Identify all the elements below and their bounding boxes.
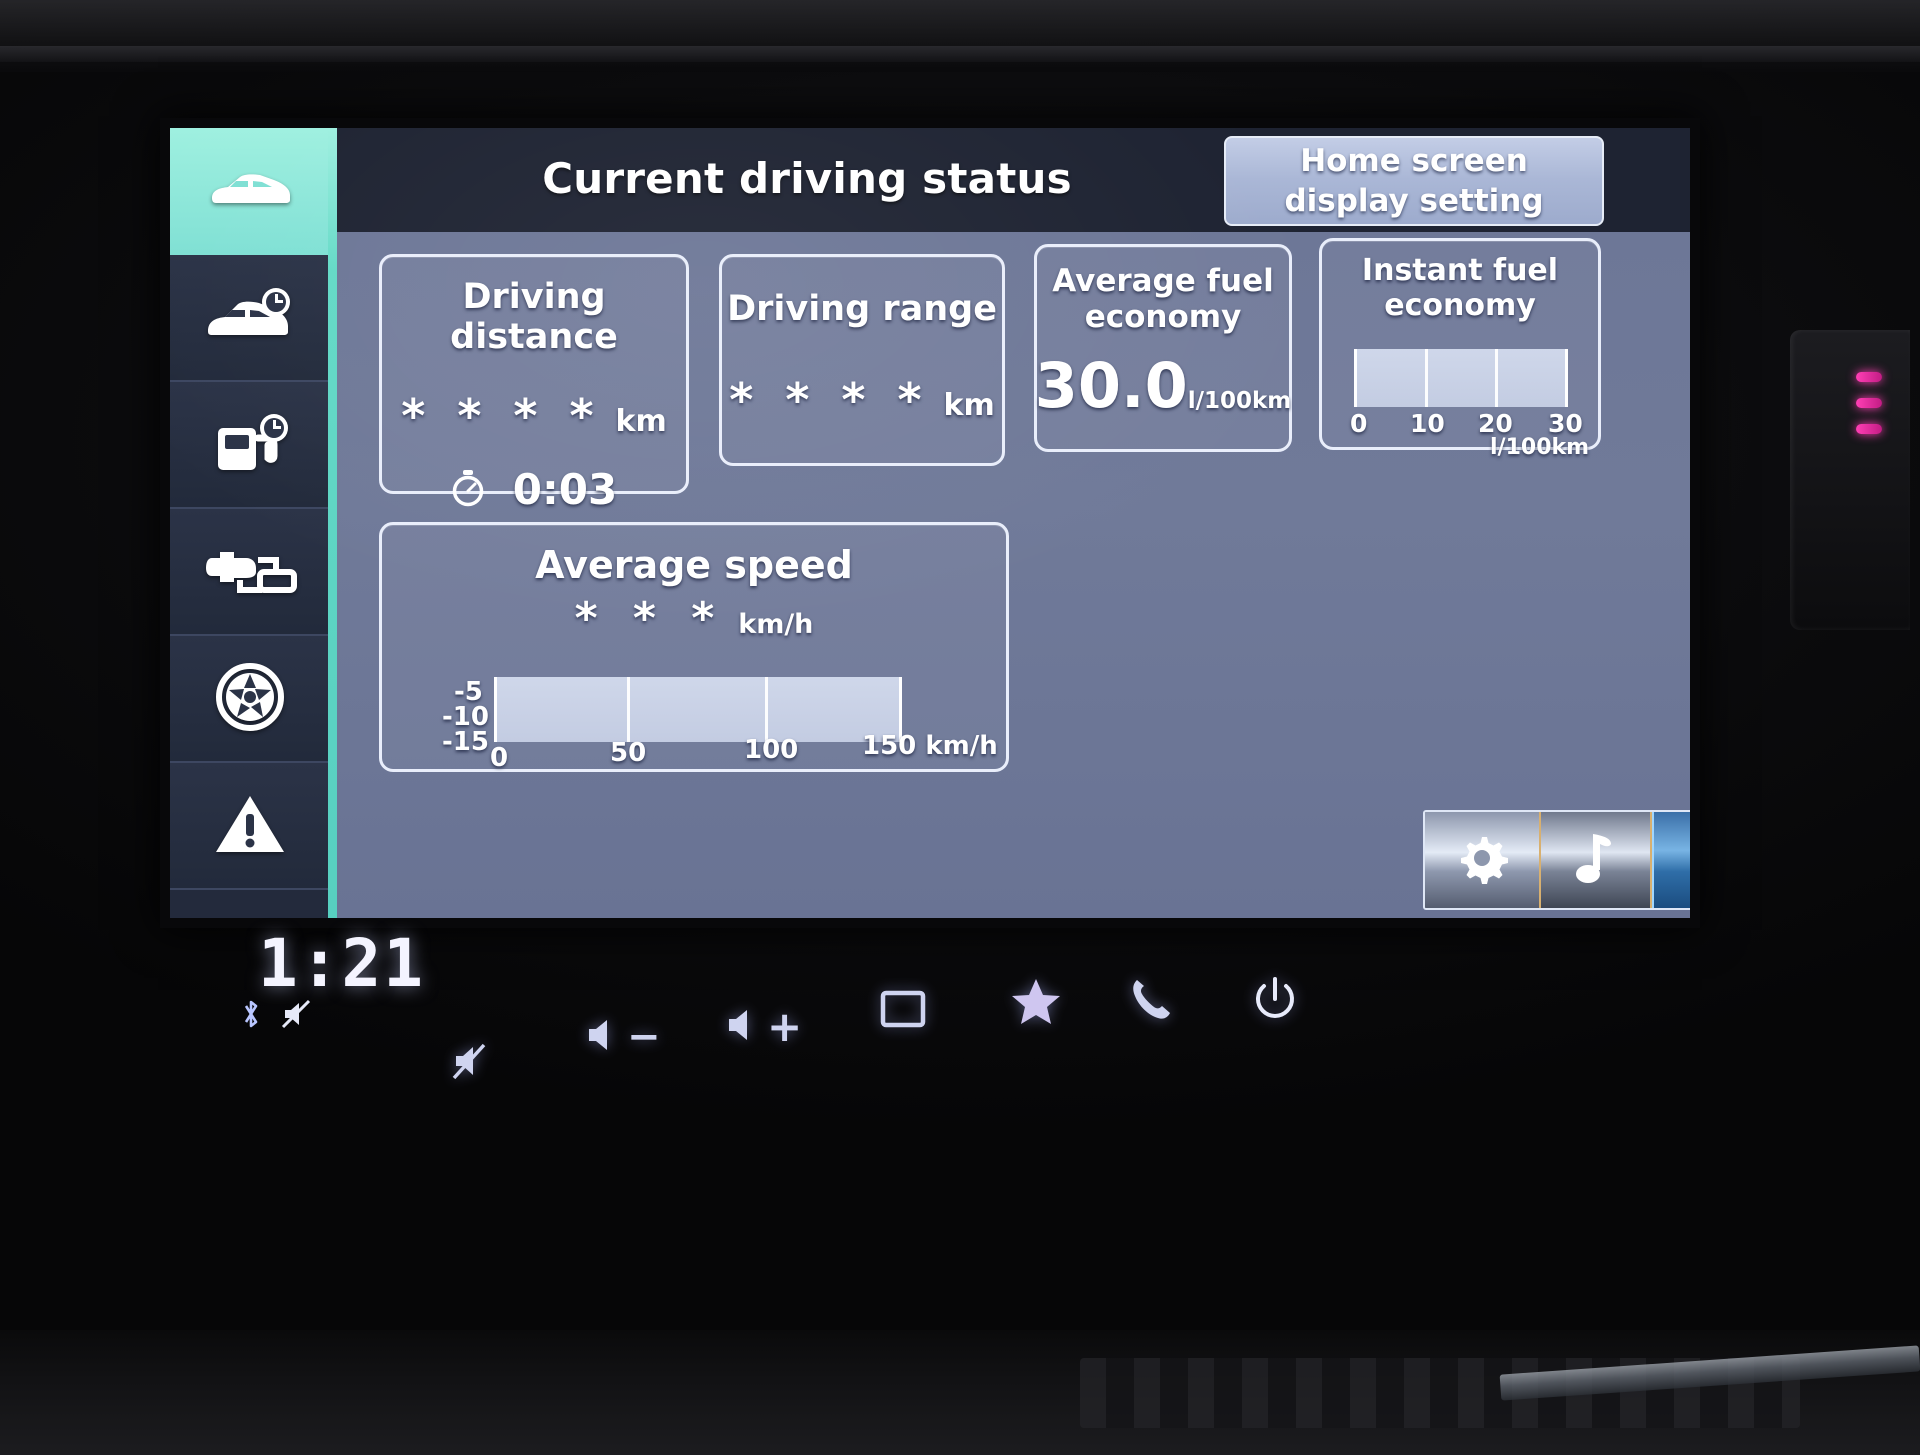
volume-down-label: − [627,1014,661,1060]
air-vent [1790,330,1910,630]
hw-display-button[interactable] [880,990,926,1032]
average-fuel-economy-title-line2: economy [1084,299,1242,335]
wheel-icon [215,662,285,736]
content-area: Current driving status Home screen displ… [337,128,1690,918]
instant-tick-10: 10 [1410,409,1445,438]
instant-tick-0: 0 [1350,409,1368,438]
instant-fuel-economy-title-line2: economy [1384,288,1536,323]
music-note-icon [1575,830,1615,890]
hw-mute-button[interactable] [450,1040,490,1086]
clock-display: 1:21 [258,925,425,1002]
volume-up-label: + [767,1002,803,1051]
sidebar-item-warnings[interactable] [170,763,330,890]
shortcut-bar [1423,810,1690,910]
average-speed-title: Average speed [535,543,853,587]
dashboard-top-trim-highlight [0,46,1920,62]
dashboard: Current driving status Home screen displ… [0,0,1920,1455]
header-bar: Current driving status Home screen displ… [337,128,1690,232]
indicator-led-bottom [1856,424,1882,434]
average-speed-card[interactable]: Average speed * * * km/h -5 -10 -15 0 50… [379,522,1009,773]
fuel-pump-clock-icon [204,412,296,478]
indicator-led-top [1856,372,1882,382]
speed-tick-50 [627,677,630,742]
speed-x-tick-100: 100 [744,735,799,765]
average-fuel-economy-title-line1: Average fuel [1052,263,1274,299]
instant-tick-30: 30 [1548,409,1583,438]
phone-handset-icon [1128,975,1172,1025]
sidebar [170,128,330,918]
page-title: Current driving status [542,154,1072,203]
star-icon [1010,977,1062,1031]
dashboard-lower-trim [0,1330,1920,1455]
speaker-icon [725,1005,761,1049]
infotainment-screen: Current driving status Home screen displ… [170,128,1690,918]
status-icons [240,998,312,1034]
sidebar-item-fuel-time[interactable] [170,382,330,509]
screen-square-icon [880,990,926,1032]
bluetooth-icon [240,998,262,1034]
indicator-led-middle [1856,398,1882,408]
driving-distance-timer: 0:03 [512,465,618,514]
speed-x-tick-0: 0 [490,743,509,773]
car-clock-icon [202,287,298,349]
driving-range-value: * * * * [729,373,930,427]
home-button-line1: Home screen [1300,143,1528,179]
speed-x-tick-50: 50 [610,738,647,768]
hardware-button-row: − + [452,977,1294,1085]
hw-volume-up-button[interactable]: + [725,1005,802,1049]
gauge-tick-10 [1425,349,1428,407]
sidebar-item-vehicle-status[interactable] [170,128,330,255]
instant-fuel-economy-unit: l/100km [1490,435,1590,460]
gauge-tick-20 [1495,349,1498,407]
navigation-arrow-icon [1688,830,1690,890]
home-screen-display-setting-button[interactable]: Home screen display setting [1224,136,1604,226]
car-icon [204,168,296,216]
speed-y-tick-minus15: -15 [442,727,489,757]
speaker-mute-icon [280,998,312,1034]
driving-range-unit: km [943,388,995,423]
instant-fuel-economy-card[interactable]: Instant fuel economy 0 10 20 30 l/100km [1319,238,1601,460]
settings-shortcut-button[interactable] [1425,812,1539,908]
hw-volume-down-button[interactable]: − [585,1015,661,1059]
hw-phone-button[interactable] [1128,975,1172,1025]
warning-triangle-icon [214,792,286,860]
driving-distance-title-line2: distance [450,317,618,357]
average-fuel-economy-value: 30.0 [1034,349,1188,422]
driving-status-panel: Driving distance * * * * km 0:03 Driving… [337,232,1690,918]
navigation-shortcut-button[interactable] [1652,812,1690,908]
driving-distance-title-line1: Driving [462,277,606,317]
average-fuel-economy-unit: l/100km [1187,388,1292,414]
average-fuel-economy-card[interactable]: Average fuel economy 30.0 l/100km [1034,244,1292,452]
speed-tick-100 [765,677,768,742]
average-speed-unit: km/h [738,609,814,640]
hw-favorites-button[interactable] [1010,977,1062,1031]
sidebar-item-engine-system[interactable] [170,509,330,636]
media-shortcut-button[interactable] [1538,812,1653,908]
driving-distance-card[interactable]: Driving distance * * * * km 0:03 [379,254,689,514]
hw-power-button[interactable] [1250,975,1300,1029]
active-tab-indicator [328,128,337,918]
driving-range-title: Driving range [727,289,997,329]
instant-tick-20: 20 [1478,409,1513,438]
power-icon [1250,975,1300,1029]
home-button-line2: display setting [1284,183,1544,219]
driving-distance-value: * * * * [401,389,602,443]
average-speed-value: * * * [574,593,725,644]
speaker-icon [585,1015,621,1059]
engine-network-icon [200,542,300,602]
speed-x-tick-150: 150 km/h [862,731,998,761]
instant-fuel-economy-title-line1: Instant fuel [1361,253,1559,288]
driving-range-card[interactable]: Driving range * * * * km [719,254,1005,466]
stopwatch-icon [451,469,485,511]
sidebar-item-driving-time[interactable] [170,255,330,382]
driving-distance-unit: km [615,404,667,439]
speaker-mute-icon [450,1040,490,1086]
sidebar-item-tyre-pressure[interactable] [170,636,330,763]
gear-icon [1455,831,1509,889]
